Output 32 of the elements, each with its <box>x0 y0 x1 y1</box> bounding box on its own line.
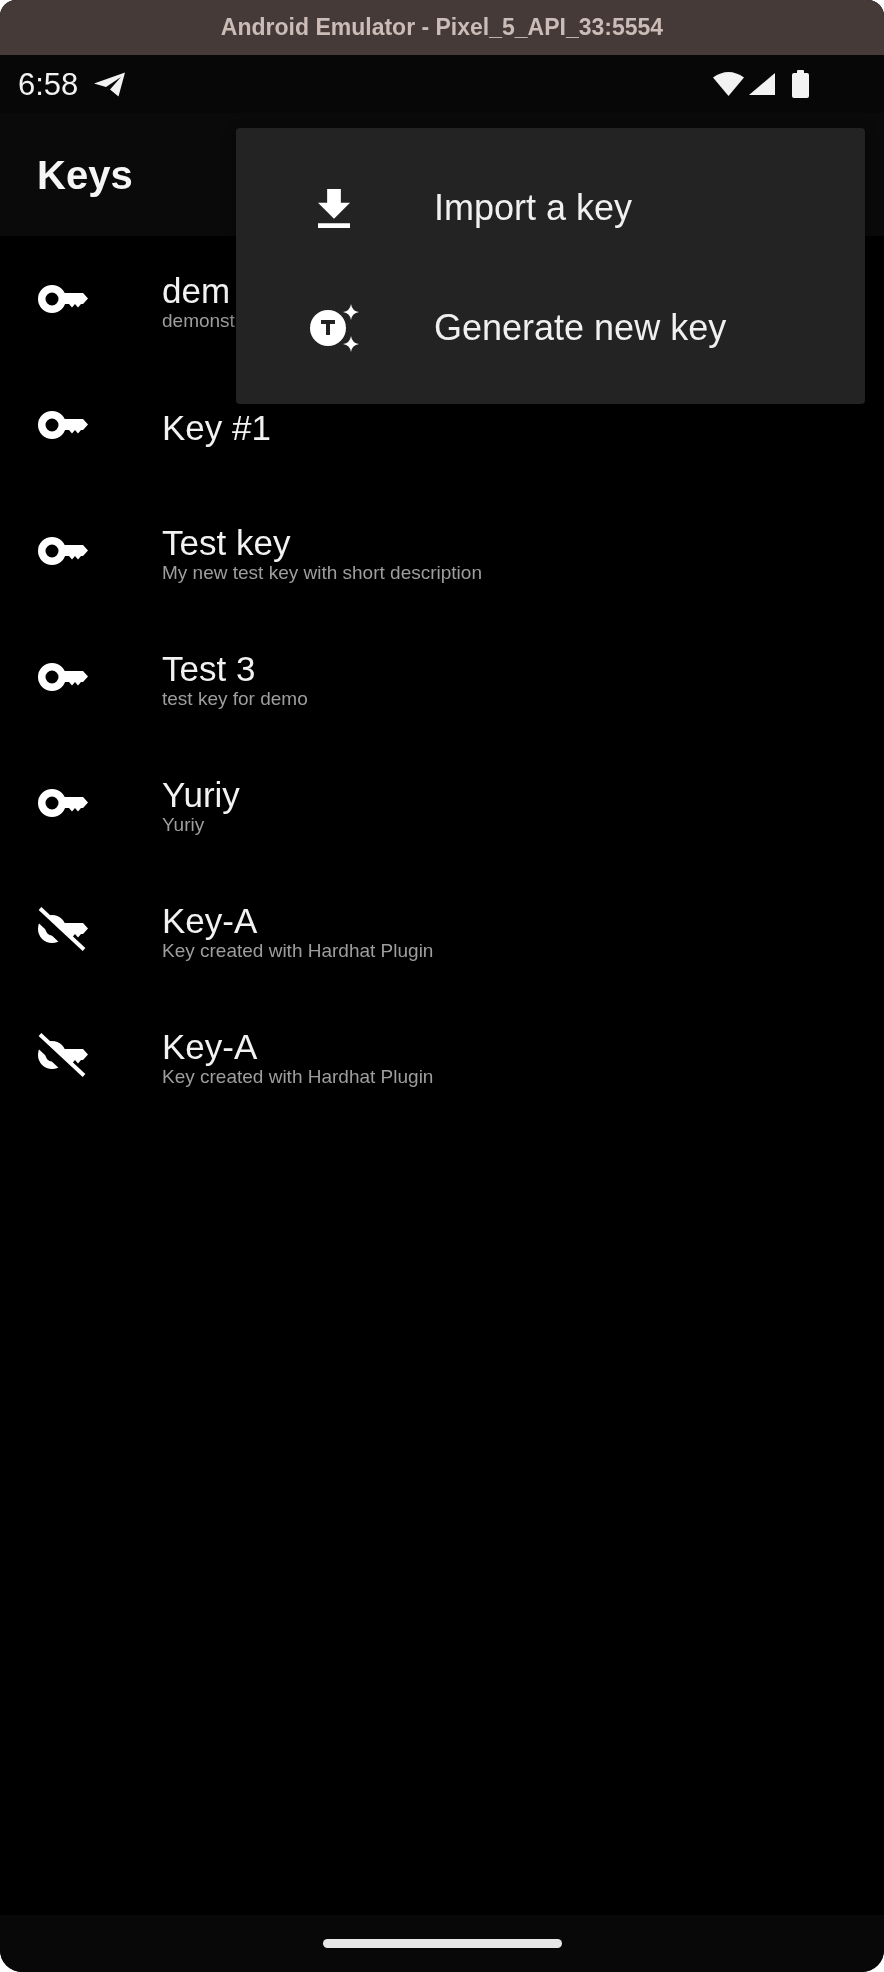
key-name: Test key <box>162 525 291 560</box>
key-description: Key created with Hardhat Plugin <box>162 1067 434 1086</box>
gesture-handle[interactable] <box>322 1939 562 1948</box>
key-off-icon <box>38 1033 88 1077</box>
key-name: dem <box>162 273 231 308</box>
key-icon <box>38 789 88 817</box>
key-icon <box>38 411 88 439</box>
sparkle-coin-icon <box>309 303 359 353</box>
key-name: Key-A <box>162 903 258 938</box>
key-name: Key-A <box>162 1029 258 1064</box>
key-off-icon <box>38 907 88 951</box>
signal-icon <box>749 73 775 95</box>
key-description: Key created with Hardhat Plugin <box>162 941 434 960</box>
battery-icon <box>792 70 809 98</box>
download-icon <box>318 188 350 228</box>
menu-item[interactable]: Generate new key <box>236 268 865 388</box>
key-name: Test 3 <box>162 651 256 686</box>
key-icon <box>38 285 88 313</box>
key-name: Yuriy <box>162 777 240 812</box>
key-description: My new test key with short description <box>162 563 482 582</box>
key-description: demonst <box>162 311 235 330</box>
paper-plane-icon <box>94 71 127 97</box>
key-description: Yuriy <box>162 815 205 834</box>
menu-item[interactable]: Import a key <box>236 148 865 268</box>
window-title: Android Emulator - Pixel_5_API_33:5554 <box>220 13 664 43</box>
key-icon <box>38 663 88 691</box>
app-bar-title: Keys <box>37 154 133 195</box>
wifi-icon <box>713 72 744 96</box>
key-name: Key #1 <box>162 410 271 445</box>
status-time: 6:58 <box>18 68 79 100</box>
key-icon <box>38 537 88 565</box>
key-description: test key for demo <box>162 689 308 708</box>
